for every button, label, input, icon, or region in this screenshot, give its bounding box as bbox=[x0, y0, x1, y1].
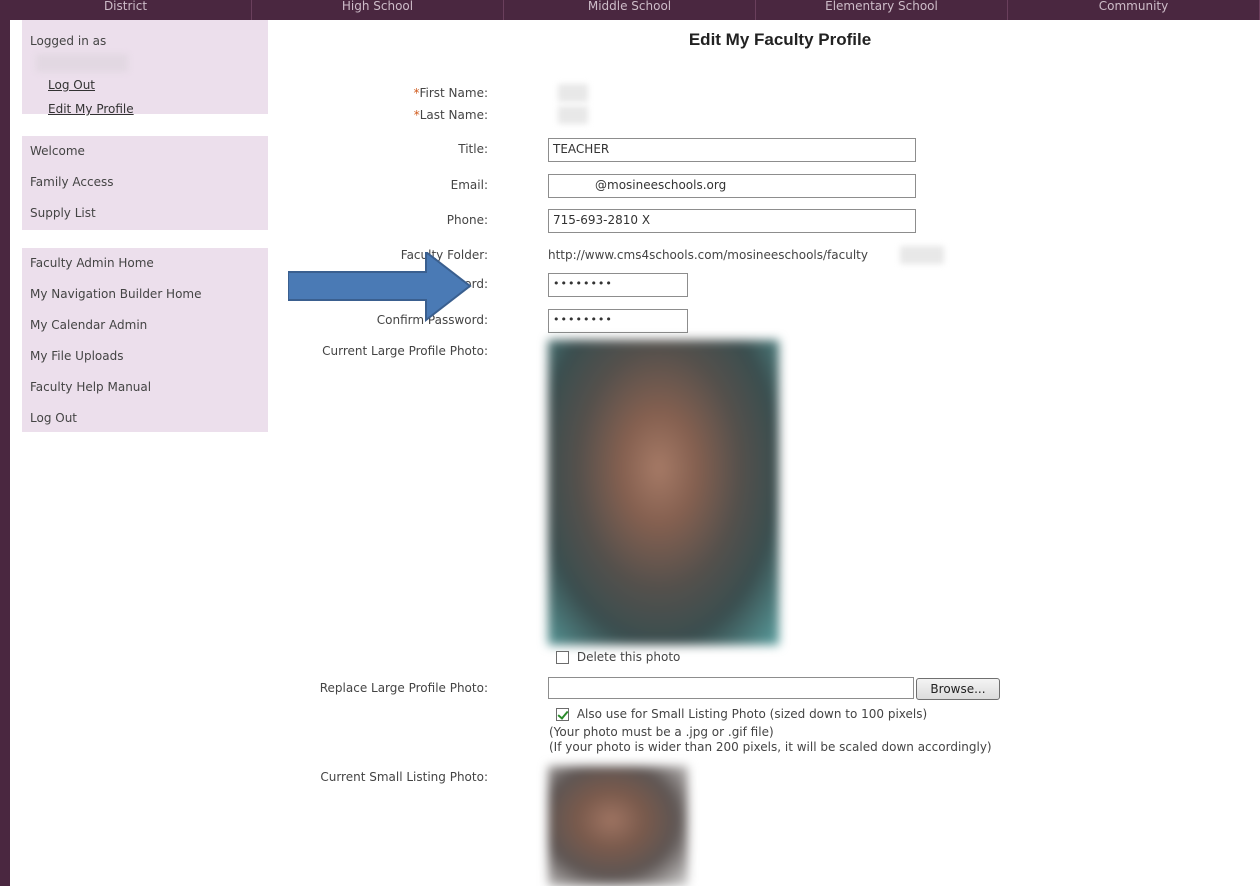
also-use-label: Also use for Small Listing Photo (sized … bbox=[576, 707, 928, 721]
faculty-folder-value: http://www.cms4schools.com/mosineeschool… bbox=[548, 248, 868, 262]
last-name-label-text: Last Name: bbox=[419, 108, 488, 122]
sidebar-item-help-manual[interactable]: Faculty Help Manual bbox=[30, 372, 268, 403]
last-name-label: *Last Name: bbox=[188, 108, 488, 122]
first-name-row: *First Name: bbox=[300, 82, 1200, 106]
redacted-username bbox=[36, 54, 128, 72]
last-name-row: *Last Name: bbox=[300, 104, 1200, 128]
also-use-checkbox[interactable] bbox=[556, 708, 569, 721]
title-input[interactable]: TEACHER bbox=[548, 138, 916, 162]
nav-high-school[interactable]: High School bbox=[252, 0, 504, 20]
first-name-label-text: First Name: bbox=[419, 86, 488, 100]
width-note: (If your photo is wider than 200 pixels,… bbox=[549, 740, 992, 754]
annotation-arrow-icon bbox=[288, 252, 472, 322]
redacted-folder-suffix bbox=[900, 246, 944, 264]
first-name-label: *First Name: bbox=[188, 86, 488, 100]
title-row: Title: TEACHER bbox=[300, 138, 1200, 162]
current-large-photo-label: Current Large Profile Photo: bbox=[322, 344, 488, 358]
current-small-photo-label: Current Small Listing Photo: bbox=[320, 770, 488, 784]
phone-input[interactable]: 715-693-2810 X bbox=[548, 209, 916, 233]
nav-district[interactable]: District bbox=[0, 0, 252, 20]
file-path-input[interactable] bbox=[548, 677, 914, 699]
replace-large-photo-label: Replace Large Profile Photo: bbox=[319, 681, 488, 695]
sidebar-item-log-out[interactable]: Log Out bbox=[30, 403, 268, 434]
confirm-password-input[interactable]: •••••••• bbox=[548, 309, 688, 333]
delete-photo-option: Delete this photo bbox=[556, 650, 680, 664]
phone-row: Phone: 715-693-2810 X bbox=[300, 209, 1200, 233]
nav-community[interactable]: Community bbox=[1008, 0, 1260, 20]
delete-photo-label: Delete this photo bbox=[576, 650, 681, 664]
page-title: Edit My Faculty Profile bbox=[688, 30, 872, 49]
delete-photo-checkbox[interactable] bbox=[556, 651, 569, 664]
left-border-bar bbox=[0, 20, 10, 886]
email-input[interactable]: @mosineeschools.org bbox=[548, 174, 916, 198]
email-row: Email: @mosineeschools.org bbox=[300, 174, 1200, 198]
phone-label: Phone: bbox=[446, 213, 488, 227]
small-listing-photo bbox=[548, 766, 688, 886]
format-note: (Your photo must be a .jpg or .gif file) bbox=[549, 725, 774, 739]
admin-menu-block: Faculty Admin Home My Navigation Builder… bbox=[22, 248, 268, 432]
email-label: Email: bbox=[450, 178, 488, 192]
also-use-option: Also use for Small Listing Photo (sized … bbox=[556, 707, 927, 721]
current-small-photo-row: Current Small Listing Photo: bbox=[300, 770, 1200, 794]
replace-large-photo-row: Replace Large Profile Photo: bbox=[300, 677, 1200, 701]
browse-button[interactable]: Browse... bbox=[916, 678, 1000, 700]
large-profile-photo bbox=[548, 340, 779, 645]
top-navigation: District High School Middle School Eleme… bbox=[0, 0, 1260, 20]
nav-middle-school[interactable]: Middle School bbox=[504, 0, 756, 20]
password-input[interactable]: •••••••• bbox=[548, 273, 688, 297]
logged-in-label: Logged in as bbox=[30, 34, 107, 48]
redacted-last-name bbox=[558, 106, 588, 124]
title-label: Title: bbox=[458, 142, 488, 156]
redacted-first-name bbox=[558, 84, 588, 102]
nav-elementary-school[interactable]: Elementary School bbox=[756, 0, 1008, 20]
